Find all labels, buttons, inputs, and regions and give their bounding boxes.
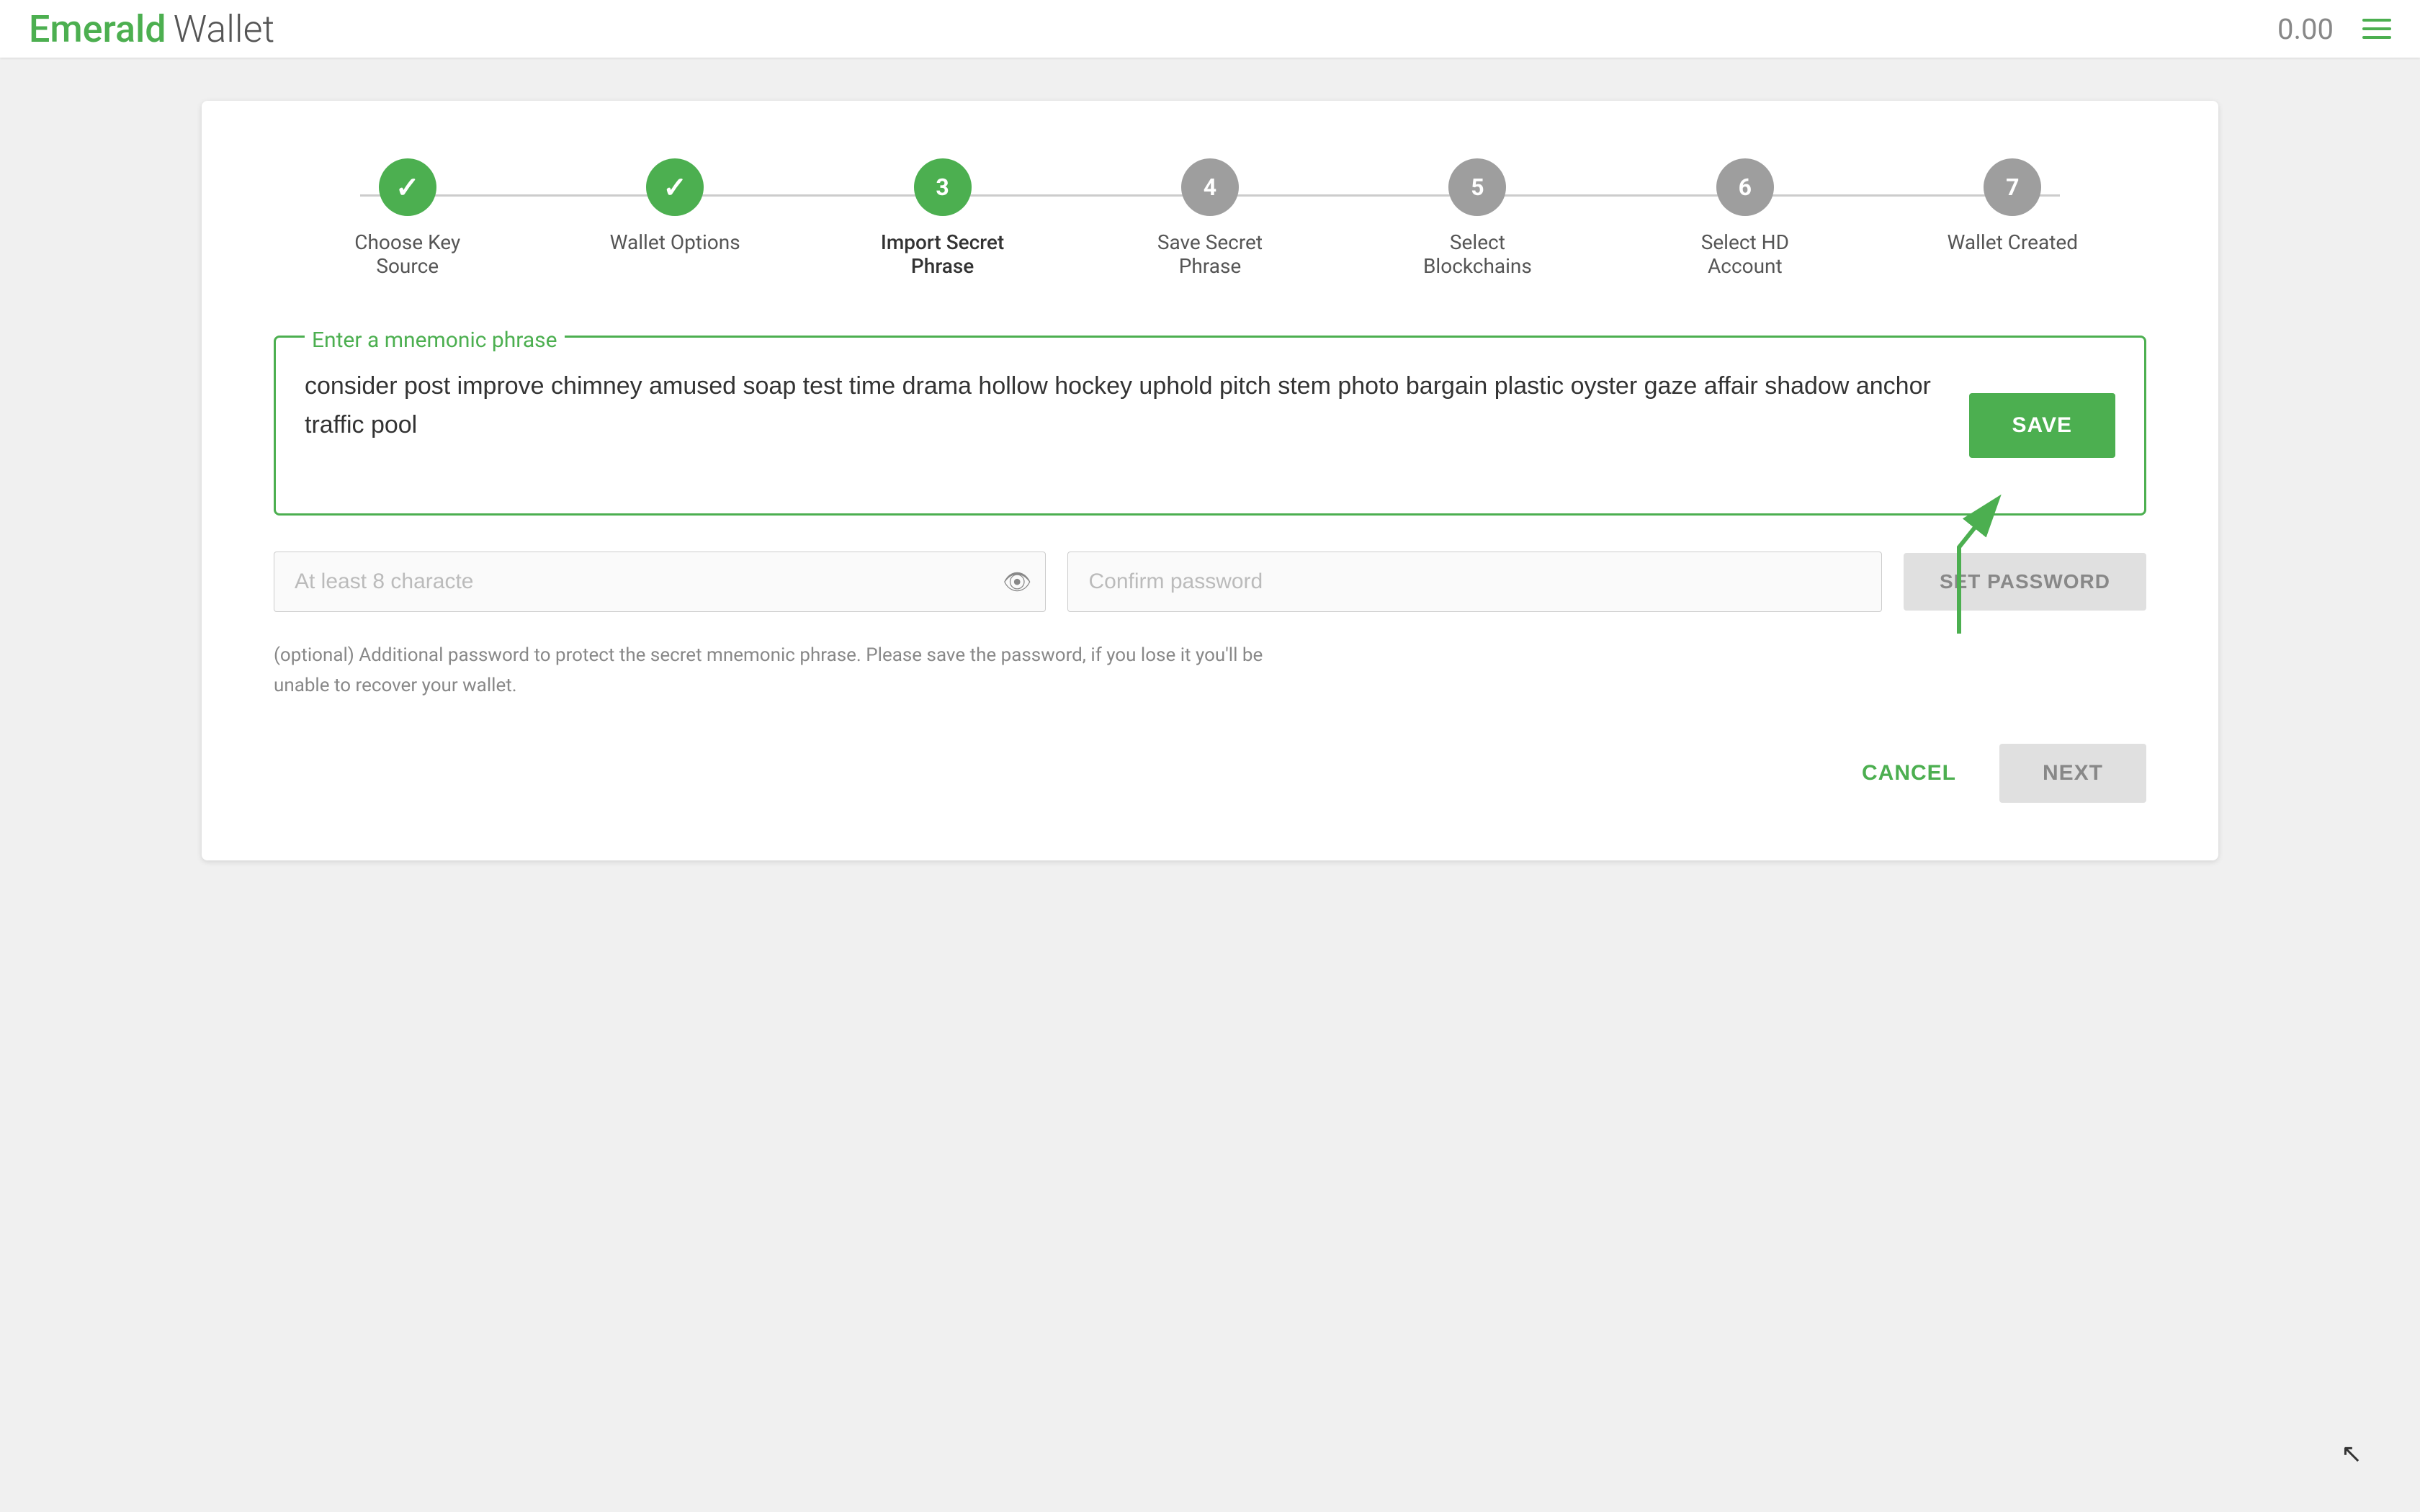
menu-icon[interactable]	[2362, 19, 2391, 39]
main-content: ✓ Choose Key Source ✓ Wallet Options 3 I…	[0, 58, 2420, 904]
wizard-card: ✓ Choose Key Source ✓ Wallet Options 3 I…	[202, 101, 2218, 860]
step-2-circle: ✓	[646, 158, 704, 216]
step-4-num: 4	[1204, 174, 1216, 201]
stepper: ✓ Choose Key Source ✓ Wallet Options 3 I…	[274, 158, 2146, 278]
cancel-button[interactable]: CANCEL	[1833, 747, 1985, 800]
header-right: 0.00	[2277, 12, 2391, 46]
step-2-label: Wallet Options	[610, 230, 740, 254]
optional-password-description: (optional) Additional password to protec…	[274, 641, 1282, 701]
step-4: 4 Save Secret Phrase	[1076, 158, 1343, 278]
mnemonic-section: Enter a mnemonic phrase SAVE	[274, 336, 2146, 516]
step-7: 7 Wallet Created	[1879, 158, 2146, 254]
step-4-circle: 4	[1181, 158, 1239, 216]
step-3-circle: 3	[914, 158, 972, 216]
step-5-num: 5	[1471, 174, 1484, 201]
logo-emerald: Emerald	[29, 7, 166, 51]
step-2-check: ✓	[663, 171, 687, 204]
mnemonic-wrapper: Enter a mnemonic phrase	[305, 366, 1948, 485]
password-section: 👁 SET PASSWORD	[274, 552, 2146, 612]
action-buttons: CANCEL NEXT	[274, 744, 2146, 803]
password-input[interactable]	[274, 552, 1046, 612]
mnemonic-label: Enter a mnemonic phrase	[305, 328, 565, 353]
step-5-label: Select Blockchains	[1405, 230, 1549, 278]
step-5-circle: 5	[1448, 158, 1506, 216]
step-5: 5 Select Blockchains	[1344, 158, 1611, 278]
step-1-check: ✓	[395, 171, 420, 204]
arrow-annotation	[1916, 490, 2002, 634]
next-button[interactable]: NEXT	[1999, 744, 2146, 803]
logo-wallet: Wallet	[174, 7, 275, 51]
mouse-cursor: ↖	[2341, 1439, 2362, 1469]
step-3-label: Import Secret Phrase	[871, 230, 1015, 278]
step-7-num: 7	[2006, 174, 2019, 201]
save-mnemonic-button[interactable]: SAVE	[1969, 393, 2115, 458]
step-7-label: Wallet Created	[1947, 230, 2078, 254]
step-6-num: 6	[1739, 174, 1752, 201]
step-1-label: Choose Key Source	[336, 230, 480, 278]
step-6-circle: 6	[1716, 158, 1774, 216]
show-password-icon[interactable]: 👁	[1003, 568, 1032, 595]
step-3-num: 3	[936, 174, 949, 201]
password-input-wrapper: 👁	[274, 552, 1046, 612]
step-1: ✓ Choose Key Source	[274, 158, 541, 278]
header-balance: 0.00	[2277, 12, 2334, 46]
app-logo: Emerald Wallet	[29, 7, 274, 51]
step-2: ✓ Wallet Options	[541, 158, 808, 254]
step-7-circle: 7	[1984, 158, 2041, 216]
confirm-password-input[interactable]	[1067, 552, 1881, 612]
app-header: Emerald Wallet 0.00	[0, 0, 2420, 58]
step-1-circle: ✓	[379, 158, 436, 216]
step-6: 6 Select HD Account	[1611, 158, 1878, 278]
mnemonic-input[interactable]	[305, 366, 1948, 482]
step-3: 3 Import Secret Phrase	[809, 158, 1076, 278]
step-6-label: Select HD Account	[1673, 230, 1817, 278]
step-4-label: Save Secret Phrase	[1138, 230, 1282, 278]
